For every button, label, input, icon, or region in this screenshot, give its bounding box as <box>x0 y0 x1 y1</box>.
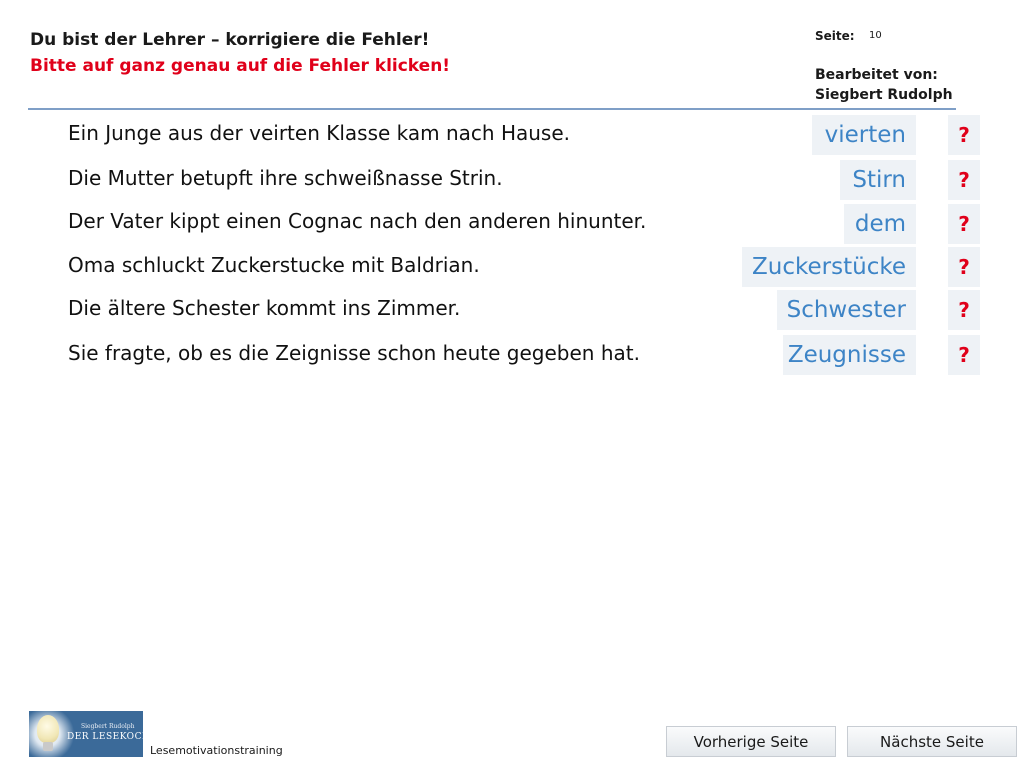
sentence-3[interactable]: Der Vater kippt einen Cognac nach den an… <box>68 209 646 233</box>
correction-5: Schwester <box>777 290 916 330</box>
correction-3: dem <box>844 204 916 244</box>
sentence-5[interactable]: Die ältere Schester kommt ins Zimmer. <box>68 296 460 320</box>
header-instruction: Bitte auf ganz genau auf die Fehler klic… <box>30 56 451 76</box>
author-name: Siegbert Rudolph <box>815 87 953 103</box>
sentence-2[interactable]: Die Mutter betupft ihre schweißnasse Str… <box>68 166 503 190</box>
next-page-button[interactable]: Nächste Seite <box>847 726 1017 757</box>
lightbulb-icon <box>37 715 59 743</box>
correction-4: Zuckerstücke <box>742 247 916 287</box>
correction-6: Zeugnisse <box>783 335 916 375</box>
header-title: Du bist der Lehrer – korrigiere die Fehl… <box>30 30 430 50</box>
lightbulb-base <box>43 742 53 751</box>
page-number: 10 <box>869 30 882 41</box>
lesekoch-logo: Siegbert Rudolph DER LESEKOCH <box>29 711 143 757</box>
page-label: Seite: <box>815 29 855 43</box>
hint-button-3[interactable]: ? <box>948 204 980 244</box>
sentence-1[interactable]: Ein Junge aus der veirten Klasse kam nac… <box>68 121 570 145</box>
logo-brand-text: DER LESEKOCH <box>67 732 143 742</box>
footer-label: Lesemotivationstraining <box>150 744 283 757</box>
correction-1: vierten <box>812 115 916 155</box>
correction-2: Stirn <box>840 160 916 200</box>
edited-by-label: Bearbeitet von: <box>815 67 938 83</box>
previous-page-button[interactable]: Vorherige Seite <box>666 726 836 757</box>
header-divider <box>28 108 956 110</box>
hint-button-4[interactable]: ? <box>948 247 980 287</box>
hint-button-2[interactable]: ? <box>948 160 980 200</box>
sentence-6[interactable]: Sie fragte, ob es die Zeignisse schon he… <box>68 341 640 365</box>
hint-button-1[interactable]: ? <box>948 115 980 155</box>
logo-author-text: Siegbert Rudolph <box>81 723 135 730</box>
sentence-4[interactable]: Oma schluckt Zuckerstucke mit Baldrian. <box>68 253 480 277</box>
hint-button-5[interactable]: ? <box>948 290 980 330</box>
hint-button-6[interactable]: ? <box>948 335 980 375</box>
